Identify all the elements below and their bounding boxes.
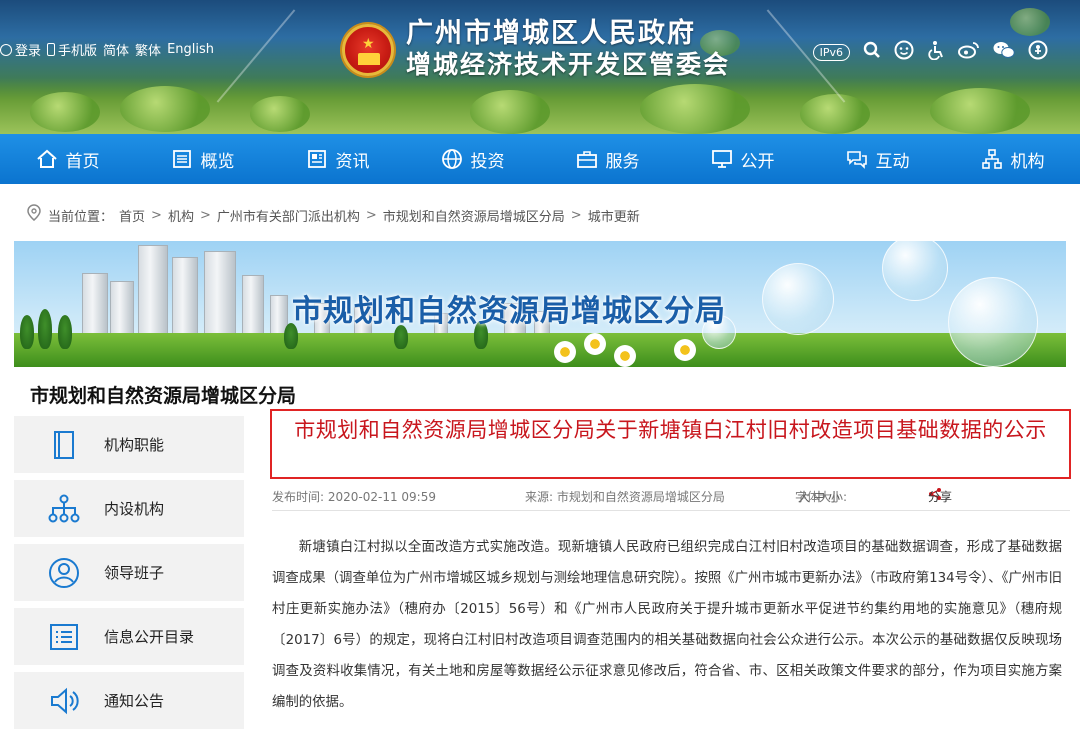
book-icon [46,427,82,463]
site-title: 广州市增城区人民政府 增城经济技术开发区管委会 [406,18,730,80]
phone-icon [47,43,56,56]
nav-item-service[interactable]: 服务 [540,134,675,184]
breadcrumb-item-departments[interactable]: 广州市有关部门派出机构 [217,206,360,225]
nav-item-open[interactable]: 公开 [675,134,810,184]
sidebar-item-label: 内设机构 [104,500,165,518]
mobile-label: 手机版 [58,44,98,59]
globe-icon [441,148,463,170]
sidebar-item-notices[interactable]: 通知公告 [14,672,244,729]
sidebar-item-label: 通知公告 [104,692,165,710]
publish-time: 发布时间: 2020-02-11 09:59 [272,490,436,504]
user-icon [0,43,12,56]
sidebar-item-info-catalog[interactable]: 信息公开目录 [14,608,244,665]
sidebar-item-functions[interactable]: 机构职能 [14,416,244,473]
accessibility-icon[interactable] [927,40,945,65]
list-icon [46,619,82,655]
sidebar-item-departments[interactable]: 内设机构 [14,480,244,537]
overview-icon [171,148,193,170]
breadcrumb-item-urban-renewal[interactable]: 城市更新 [588,206,640,225]
breadcrumb-separator: > [199,207,211,223]
mobile-link[interactable]: 手机版 [47,40,97,59]
breadcrumb-separator: > [151,207,162,223]
login-link[interactable]: 登录 [0,40,41,59]
news-icon [306,148,328,170]
org-chart-icon [46,491,82,527]
breadcrumb-item-home[interactable]: 首页 [119,206,145,225]
traditional-link[interactable]: 繁体 [135,40,161,59]
nav-item-organization[interactable]: 机构 [945,134,1080,184]
nav-label: 机构 [1010,151,1045,172]
nav-item-overview[interactable]: 概览 [135,134,270,184]
sidebar-item-label: 领导班子 [104,564,165,582]
nav-label: 互动 [875,151,910,172]
site-title-line1: 广州市增城区人民政府 [406,18,696,49]
breadcrumb-item-bureau[interactable]: 市规划和自然资源局增城区分局 [383,206,565,225]
nav-label: 资讯 [335,151,370,172]
person-icon [46,555,82,591]
nav-item-invest[interactable]: 投资 [405,134,540,184]
department-banner: 市规划和自然资源局增城区分局 [14,241,1066,367]
chat-icon [846,148,868,170]
main-nav: 首页 概览 资讯 投资 服务 公开 互动 机构 [0,134,1080,184]
nav-item-home[interactable]: 首页 [0,134,135,184]
banner-title: 市规划和自然资源局增城区分局 [292,294,726,329]
monitor-icon [711,148,733,170]
wechat-icon[interactable] [993,41,1015,64]
breadcrumb-separator: > [365,207,377,223]
nav-label: 服务 [605,151,640,172]
sidebar-item-label: 信息公开目录 [104,628,195,646]
weibo-icon[interactable] [958,41,980,64]
header-tools: IPv6 [812,40,1048,65]
ipv6-badge[interactable]: IPv6 [812,44,850,61]
english-link[interactable]: English [167,42,214,57]
nav-label: 投资 [470,151,505,172]
national-emblem-logo: ★ [342,24,394,76]
org-chart-icon [981,148,1003,170]
nav-label: 概览 [200,151,235,172]
nav-label: 首页 [65,151,100,172]
location-pin-icon [26,204,42,226]
font-size-label: 字体大小: [795,490,848,504]
site-header: 登录 手机版 简体 繁体 English ★ 广州市增城区人民政府 增城经济技术… [0,0,1080,134]
elderly-mode-icon[interactable] [894,40,914,65]
sidebar-item-leadership[interactable]: 领导班子 [14,544,244,601]
font-size-control: 字体大小: 大中小 [795,488,847,505]
article-source: 来源: 市规划和自然资源局增城区分局 [525,490,725,504]
home-icon [36,148,58,170]
top-links: 登录 手机版 简体 繁体 English [0,40,214,59]
speaker-icon [46,683,82,719]
breadcrumb-prefix: 当前位置： [48,209,114,225]
share-label: 分享 [928,490,953,504]
breadcrumb-item-organization[interactable]: 机构 [168,206,194,225]
article-title: 市规划和自然资源局增城区分局关于新塘镇白江村旧村改造项目基础数据的公示 [270,409,1071,479]
meta-divider [272,510,1070,511]
search-icon[interactable] [863,41,881,64]
breadcrumb: 当前位置： 首页 > 机构 > 广州市有关部门派出机构 > 市规划和自然资源局增… [26,204,640,226]
briefcase-icon [576,148,598,170]
nav-item-interaction[interactable]: 互动 [810,134,945,184]
login-label: 登录 [15,44,42,59]
simplified-link[interactable]: 简体 [103,40,129,59]
voice-reader-icon[interactable] [1028,40,1048,65]
breadcrumb-separator: > [570,207,582,223]
sidebar: 机构职能 内设机构 领导班子 信息公开目录 通知公告 [14,416,244,736]
sidebar-title: 市规划和自然资源局增城区分局 [30,385,297,407]
article-body: 新塘镇白江村拟以全面改造方式实施改造。现新塘镇人民政府已组织完成白江村旧村改造项… [272,540,1062,710]
nav-label: 公开 [740,151,775,172]
nav-item-news[interactable]: 资讯 [270,134,405,184]
sidebar-item-label: 机构职能 [104,436,165,454]
site-title-line2: 增城经济技术开发区管委会 [406,50,731,79]
